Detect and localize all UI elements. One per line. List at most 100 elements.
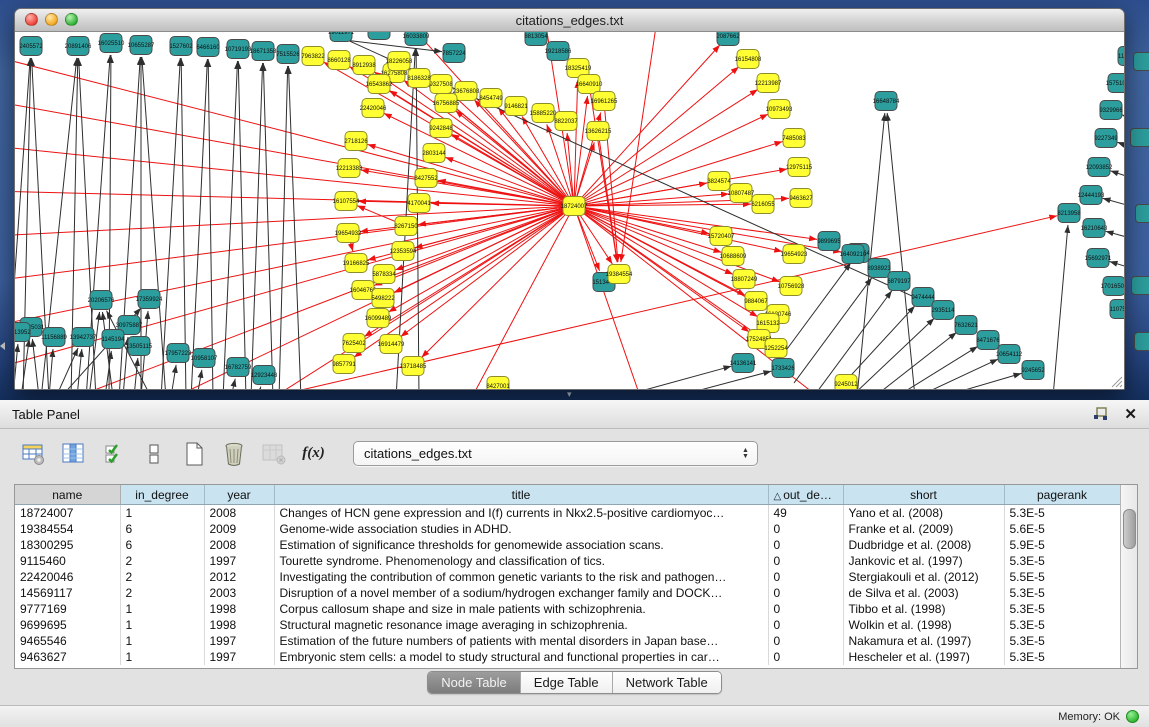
graph-node[interactable]: 1145194	[102, 330, 126, 349]
graph-node[interactable]: 13942737	[70, 328, 97, 347]
show-columns-button[interactable]	[60, 440, 87, 467]
table-cell[interactable]: 6	[120, 521, 204, 537]
graph-node[interactable]: 3913952	[15, 323, 31, 342]
graph-edge[interactable]	[1117, 142, 1124, 151]
table-cell[interactable]: 1997	[204, 649, 274, 665]
table-cell[interactable]: 1	[120, 649, 204, 665]
graph-node[interactable]: 13718485	[400, 357, 427, 376]
table-cell[interactable]: 2008	[204, 537, 274, 553]
table-cell[interactable]: 5.3E-5	[1004, 585, 1120, 601]
column-header-pagerank[interactable]: pagerank	[1004, 485, 1120, 505]
table-cell[interactable]: 9465546	[15, 633, 120, 649]
graph-node[interactable]: 12213987	[755, 74, 782, 93]
table-row[interactable]: 977716911998Corpus callosum shape and si…	[15, 601, 1120, 617]
graph-edge[interactable]	[15, 56, 574, 206]
table-cell[interactable]: 9115460	[15, 553, 120, 569]
graph-edge[interactable]	[887, 113, 915, 389]
graph-node[interactable]: 9327508	[429, 75, 453, 94]
graph-node[interactable]: 22420046	[360, 99, 387, 118]
new-table-button[interactable]	[180, 440, 207, 467]
graph-node[interactable]: 12213383	[336, 159, 363, 178]
graph-node[interactable]: 19011971	[328, 32, 355, 42]
graph-node[interactable]: 16107554	[333, 192, 360, 211]
column-header-name[interactable]: name	[15, 485, 120, 505]
graph-edge[interactable]	[161, 58, 180, 389]
table-cell[interactable]: Changes of HCN gene expression and I(f) …	[274, 505, 768, 522]
table-cell[interactable]: 2	[120, 569, 204, 585]
graph-node[interactable]: 8267150	[394, 217, 418, 236]
table-cell[interactable]: Structural magnetic resonance image aver…	[274, 617, 768, 633]
graph-edge[interactable]	[471, 206, 574, 389]
graph-node[interactable]: 1527602	[169, 37, 193, 56]
table-cell[interactable]: Yano et al. (2008)	[843, 505, 1004, 522]
graph-node[interactable]: 17957223	[165, 344, 192, 363]
graph-node[interactable]: 9227349	[1094, 129, 1118, 148]
graph-node[interactable]: 8660128	[327, 51, 351, 70]
table-row[interactable]: 911546021997Tourette syndrome. Phenomeno…	[15, 553, 1120, 569]
table-cell[interactable]: Estimation of significance thresholds fo…	[274, 537, 768, 553]
graph-node[interactable]: 10807487	[728, 184, 755, 203]
table-options-button[interactable]	[20, 440, 47, 467]
graph-node[interactable]: 18226058	[386, 52, 413, 71]
table-row[interactable]: 946362711997Embryonic stem cells: a mode…	[15, 649, 1120, 665]
graph-node[interactable]: 16640910	[576, 75, 603, 94]
graph-node[interactable]: 14136141	[730, 354, 757, 373]
table-cell[interactable]: 5.3E-5	[1004, 617, 1120, 633]
graph-node[interactable]: 16782759	[225, 358, 252, 377]
graph-edge[interactable]	[941, 373, 1021, 389]
graph-node[interactable]: 6879197	[887, 272, 911, 291]
graph-node[interactable]: 10973493	[766, 100, 793, 119]
graph-node[interactable]: 10719193	[225, 40, 252, 59]
graph-node[interactable]: 16648784	[873, 92, 900, 111]
table-vertical-scrollbar[interactable]	[1120, 485, 1137, 668]
graph-edge[interactable]	[56, 348, 78, 389]
graph-edge[interactable]	[32, 339, 39, 389]
table-row[interactable]: 946554611997Estimation of the future num…	[15, 633, 1120, 649]
graph-node[interactable]: 8427552	[414, 169, 438, 188]
table-cell[interactable]: 18300295	[15, 537, 120, 553]
delete-table-button[interactable]	[220, 440, 247, 467]
close-panel-icon[interactable]: ✕	[1124, 405, 1137, 423]
table-cell[interactable]: 14569117	[15, 585, 120, 601]
split-divider-handle[interactable]: ▾	[567, 390, 572, 399]
graph-node[interactable]: 16961265	[591, 92, 618, 111]
graph-node[interactable]: 19384554	[606, 265, 633, 284]
citation-network-canvas[interactable]: 2405572208914061602551010655287152760264…	[15, 32, 1124, 389]
table-cell[interactable]: Jankovic et al. (1997)	[843, 553, 1004, 569]
table-row[interactable]: 1938455462009Genome-wide association stu…	[15, 521, 1120, 537]
graph-node[interactable]: 18807249	[731, 270, 758, 289]
graph-node[interactable]: 13626215	[585, 122, 612, 141]
graph-node[interactable]: 1733426	[771, 359, 795, 378]
table-cell[interactable]: Hescheler et al. (1997)	[843, 649, 1004, 665]
table-cell[interactable]: Franke et al. (2009)	[843, 521, 1004, 537]
table-cell[interactable]: 5.3E-5	[1004, 553, 1120, 569]
table-cell[interactable]: Investigating the contribution of common…	[274, 569, 768, 585]
graph-node[interactable]: 19654932	[335, 224, 362, 243]
graph-edge[interactable]	[279, 66, 288, 389]
graph-node[interactable]: 15751074	[1106, 74, 1124, 93]
graph-edge[interactable]	[598, 131, 617, 262]
column-header-year[interactable]: year	[204, 485, 274, 505]
graph-node[interactable]: 16543862	[366, 75, 393, 94]
graph-edge[interactable]	[574, 206, 641, 389]
table-cell[interactable]: 0	[768, 537, 843, 553]
graph-node[interactable]: 7632621	[954, 316, 978, 335]
graph-node[interactable]: 15885220	[530, 104, 557, 123]
resize-grip[interactable]	[1109, 374, 1123, 388]
graph-node[interactable]: 9899695	[817, 232, 841, 251]
scrollbar-thumb[interactable]	[1123, 509, 1136, 549]
graph-node[interactable]: 7963822	[301, 47, 325, 66]
column-header-short[interactable]: short	[843, 485, 1004, 505]
table-cell[interactable]: 1998	[204, 601, 274, 617]
graph-edge[interactable]	[1053, 225, 1068, 389]
table-cell[interactable]: 0	[768, 585, 843, 601]
graph-node[interactable]: 5878334	[372, 265, 396, 284]
graph-node[interactable]: 12975115	[786, 158, 813, 177]
graph-node[interactable]: 4170041	[407, 194, 431, 213]
graph-node[interactable]: 8427001	[486, 377, 510, 390]
graph-node[interactable]: 9329966	[1099, 101, 1123, 120]
graph-node[interactable]: 17359924	[136, 290, 163, 309]
table-cell[interactable]: de Silva et al. (2003)	[843, 585, 1004, 601]
graph-node[interactable]: 12444193	[1078, 186, 1105, 205]
graph-node[interactable]: 16099489	[365, 309, 392, 328]
